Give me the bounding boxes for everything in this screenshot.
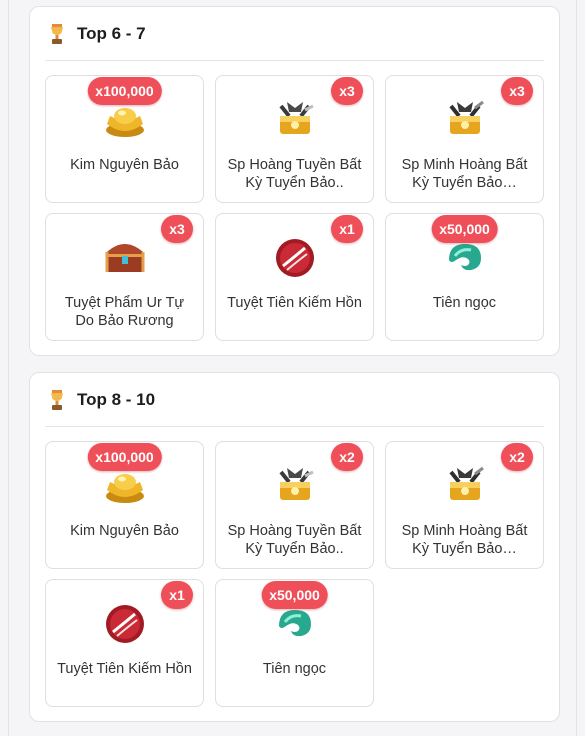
quantity-badge: x100,000 xyxy=(87,443,162,471)
reward-card[interactable]: x100,000 Kim Nguyên Bảo xyxy=(45,75,204,203)
reward-section-top-6-7: Top 6 - 7 x100,000 Kim Nguyên Bảo x3 Sp … xyxy=(29,6,560,356)
reward-card[interactable]: x3 Sp Hoàng Tuyền Bất Kỳ Tuyển Bảo.. xyxy=(215,75,374,203)
item-name: Tuyệt Tiên Kiếm Hồn xyxy=(227,295,362,311)
treasure-chest-icon xyxy=(278,468,314,500)
item-name: Tiên ngọc xyxy=(432,295,497,311)
section-title: Top 8 - 10 xyxy=(77,389,156,409)
section-header: Top 6 - 7 xyxy=(45,7,544,61)
reward-card[interactable]: x50,000 Tiên ngọc xyxy=(215,579,374,707)
reward-card[interactable]: x1 Tuyệt Tiên Kiếm Hồn xyxy=(45,579,204,707)
item-name: Sp Minh Hoàng Bất Kỳ Tuyển Bảo… xyxy=(401,523,528,557)
reward-grid: x100,000 Kim Nguyên Bảo x2 Sp Hoàng Tuyề… xyxy=(45,441,544,707)
item-name: Sp Hoàng Tuyền Bất Kỳ Tuyển Bảo.. xyxy=(227,523,362,557)
reward-card[interactable]: x3 Sp Minh Hoàng Bất Kỳ Tuyển Bảo… xyxy=(385,75,544,203)
section-title: Top 6 - 7 xyxy=(77,23,146,43)
item-name: Kim Nguyên Bảo xyxy=(70,523,179,539)
treasure-chest-icon xyxy=(278,102,314,134)
sword-soul-orb-icon xyxy=(105,605,144,643)
quantity-badge: x50,000 xyxy=(431,215,498,243)
item-name: Sp Hoàng Tuyền Bất Kỳ Tuyển Bảo.. xyxy=(227,157,362,191)
treasure-chest-icon xyxy=(448,466,484,500)
quantity-badge: x50,000 xyxy=(261,581,328,609)
item-name: Tiên ngọc xyxy=(262,661,327,677)
reward-card[interactable]: x50,000 Tiên ngọc xyxy=(385,213,544,341)
quantity-badge: x1 xyxy=(331,215,363,243)
sword-soul-orb-icon xyxy=(275,239,314,277)
reward-card[interactable]: x2 Sp Minh Hoàng Bất Kỳ Tuyển Bảo… xyxy=(385,441,544,569)
section-header: Top 8 - 10 xyxy=(45,373,544,427)
reward-card[interactable]: x100,000 Kim Nguyên Bảo xyxy=(45,441,204,569)
quantity-badge: x2 xyxy=(501,443,533,471)
quantity-badge: x3 xyxy=(331,77,363,105)
reward-card[interactable]: x1 Tuyệt Tiên Kiếm Hồn xyxy=(215,213,374,341)
item-name: Kim Nguyên Bảo xyxy=(70,157,179,173)
quantity-badge: x3 xyxy=(501,77,533,105)
quantity-badge: x3 xyxy=(161,215,193,243)
treasure-box-icon xyxy=(105,244,144,272)
quantity-badge: x1 xyxy=(161,581,193,609)
quantity-badge: x100,000 xyxy=(87,77,162,105)
reward-grid: x100,000 Kim Nguyên Bảo x3 Sp Hoàng Tuyề… xyxy=(45,75,544,341)
item-name: Sp Minh Hoàng Bất Kỳ Tuyển Bảo… xyxy=(401,157,528,191)
item-name: Tuyệt Tiên Kiếm Hồn xyxy=(57,661,192,677)
quantity-badge: x2 xyxy=(331,443,363,471)
reward-section-top-8-10: Top 8 - 10 x100,000 Kim Nguyên Bảo x2 Sp… xyxy=(29,372,560,722)
trophy-icon xyxy=(51,389,63,410)
item-name: Tuyệt Phẩm Ur Tự Do Bảo Rương xyxy=(64,295,185,329)
page-edge-right xyxy=(576,0,577,736)
treasure-chest-icon xyxy=(448,100,484,134)
page-edge-left xyxy=(8,0,9,736)
reward-card[interactable]: x2 Sp Hoàng Tuyền Bất Kỳ Tuyển Bảo.. xyxy=(215,441,374,569)
trophy-icon xyxy=(51,23,63,44)
reward-card[interactable]: x3 Tuyệt Phẩm Ur Tự Do Bảo Rương xyxy=(45,213,204,341)
